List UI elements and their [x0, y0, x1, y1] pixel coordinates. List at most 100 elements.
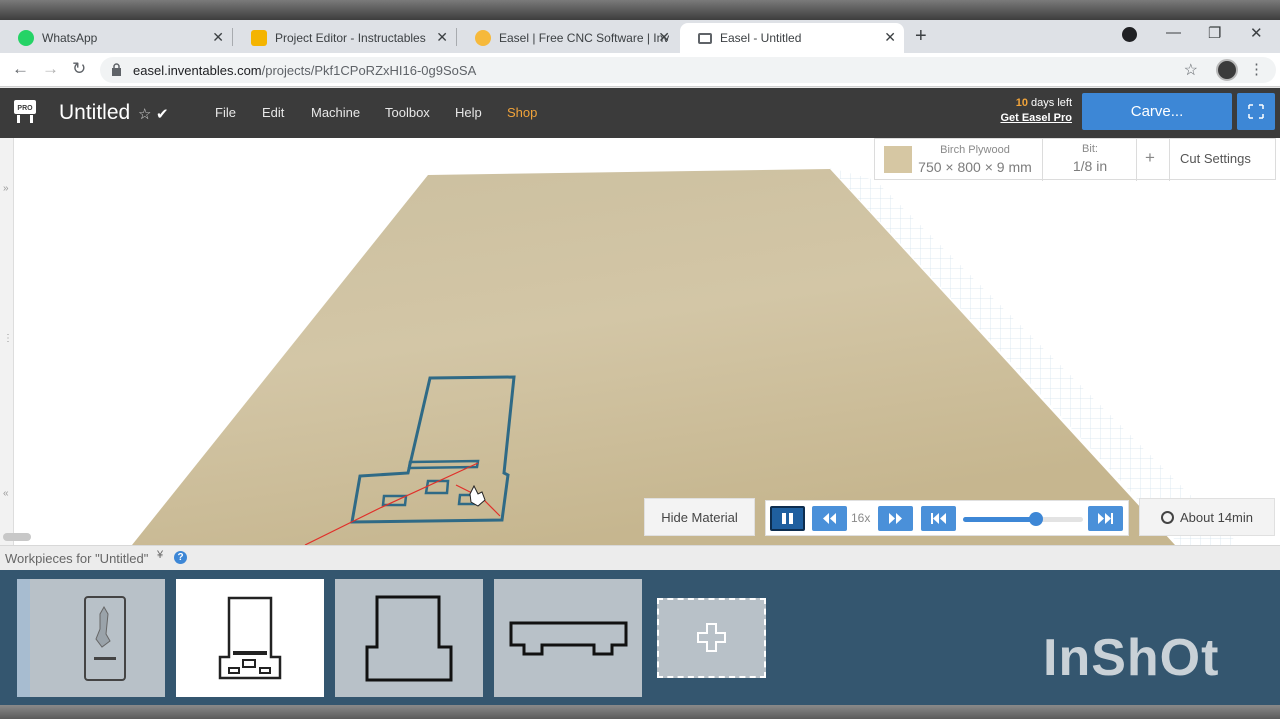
- add-bit-button[interactable]: +: [1145, 148, 1155, 168]
- resize-handle-icon[interactable]: ⋮: [3, 333, 13, 344]
- speed-label: 16x: [851, 511, 871, 525]
- collapse-chevron-icon[interactable]: «: [3, 488, 9, 499]
- workpiece-shape: [218, 596, 282, 680]
- menu-file[interactable]: File: [215, 105, 236, 120]
- fullscreen-button[interactable]: [1237, 93, 1275, 130]
- pause-icon: [782, 513, 793, 524]
- inshot-watermark: InShOt: [1043, 629, 1220, 687]
- tab-easel-untitled[interactable]: Easel - Untitled ✕: [680, 23, 904, 53]
- menu-shop[interactable]: Shop: [507, 105, 537, 120]
- menu-machine[interactable]: Machine: [311, 105, 360, 120]
- carve-time-estimate[interactable]: About 14min: [1139, 498, 1275, 536]
- menu-toolbox[interactable]: Toolbox: [385, 105, 430, 120]
- workpiece-thumbnail-selected[interactable]: [176, 579, 324, 697]
- project-title[interactable]: Untitled: [59, 101, 130, 125]
- trial-notice: 10 days left Get Easel Pro: [1000, 97, 1072, 124]
- easel-pro-logo-icon[interactable]: PRO: [11, 97, 39, 125]
- close-icon[interactable]: ✕: [212, 29, 224, 46]
- material-3d-preview: [132, 168, 1240, 545]
- workpiece-thumbnail[interactable]: [17, 579, 165, 697]
- workpieces-tray: InShOt: [0, 570, 1280, 705]
- carve-button[interactable]: Carve...: [1082, 93, 1232, 130]
- window-close-button[interactable]: ✕: [1250, 24, 1263, 42]
- profile-avatar[interactable]: [1216, 59, 1238, 81]
- horizontal-scrollbar[interactable]: [3, 533, 31, 541]
- workpieces-bar: Workpieces for "Untitled" ¥ ?: [0, 545, 1280, 570]
- back-arrow-icon[interactable]: ←: [12, 59, 29, 79]
- skip-to-start-button[interactable]: [921, 506, 956, 531]
- trial-days: 10: [1015, 97, 1028, 109]
- divider: [1169, 139, 1170, 181]
- saved-check-icon: ✔: [156, 106, 169, 123]
- close-icon[interactable]: ✕: [884, 29, 896, 46]
- clock-icon: [1161, 510, 1174, 524]
- skip-forward-icon: [1098, 513, 1113, 524]
- help-icon[interactable]: ?: [174, 551, 187, 564]
- easel-header: PRO Untitled ☆ ✔ File Edit Machine Toolb…: [0, 88, 1280, 138]
- workpiece-shape: [509, 621, 628, 656]
- rewind-icon: [823, 513, 836, 524]
- favorite-star-icon[interactable]: ☆: [138, 105, 151, 123]
- add-workpiece-button[interactable]: [657, 598, 766, 678]
- tab-easel-home[interactable]: Easel | Free CNC Software | Inven ✕: [457, 23, 678, 53]
- address-bar[interactable]: easel.inventables.com/projects/Pkf1CPoRZ…: [100, 57, 1276, 83]
- expand-arrows-icon: [1248, 104, 1264, 119]
- tab-label: WhatsApp: [42, 31, 98, 45]
- workpiece-shape: [84, 596, 126, 681]
- progress-track[interactable]: [963, 517, 1083, 522]
- left-panel-collapsed[interactable]: » ⋮ «: [0, 138, 14, 545]
- tab-label: Easel | Free CNC Software | Inven: [499, 31, 669, 45]
- progress-handle[interactable]: [1029, 512, 1044, 526]
- pause-button[interactable]: [770, 506, 805, 531]
- tab-label: Project Editor - Instructables: [275, 31, 426, 45]
- lock-icon: [112, 63, 121, 76]
- time-estimate-text: About 14min: [1180, 509, 1253, 525]
- bit-value[interactable]: 1/8 in: [1045, 158, 1135, 174]
- simulation-player: 16x: [765, 500, 1129, 536]
- tab-whatsapp[interactable]: WhatsApp ✕: [0, 23, 232, 53]
- whatsapp-icon: [18, 30, 34, 46]
- close-icon[interactable]: ✕: [436, 29, 448, 46]
- menu-edit[interactable]: Edit: [262, 105, 284, 120]
- url-text: easel.inventables.com/projects/Pkf1CPoRZ…: [133, 63, 477, 78]
- restore-button[interactable]: ❐: [1208, 24, 1221, 42]
- svg-text:PRO: PRO: [17, 105, 33, 112]
- bookmark-star-icon[interactable]: ☆: [1184, 60, 1198, 80]
- video-frame-top: [0, 0, 1280, 20]
- skip-back-icon: [931, 513, 946, 524]
- close-icon[interactable]: ✕: [658, 29, 670, 46]
- workpiece-thumbnail[interactable]: [494, 579, 642, 697]
- video-frame-bottom: [0, 705, 1280, 719]
- progress-fill: [963, 517, 1037, 522]
- browser-tab-bar: WhatsApp ✕ Project Editor - Instructable…: [0, 20, 1280, 53]
- divider: [1136, 139, 1137, 181]
- get-pro-link[interactable]: Get Easel Pro: [1000, 112, 1072, 124]
- skip-to-end-button[interactable]: [1088, 506, 1123, 531]
- carve-preview-canvas[interactable]: » ⋮ « Birch Plywood 750 × 800 × 9 mm Bit…: [0, 138, 1280, 545]
- dropdown-chevron-icon[interactable]: ¥: [157, 549, 163, 561]
- reload-icon[interactable]: ↻: [72, 59, 86, 79]
- workpieces-label: Workpieces for "Untitled": [5, 551, 149, 566]
- forward-arrow-icon[interactable]: →: [42, 59, 59, 79]
- tab-label: Easel - Untitled: [720, 31, 802, 45]
- media-control-icon[interactable]: [1122, 27, 1137, 42]
- fast-forward-button[interactable]: [878, 506, 913, 531]
- divider: [1042, 139, 1043, 181]
- workpiece-shape: [365, 595, 453, 682]
- tab-instructables[interactable]: Project Editor - Instructables ✕: [233, 23, 456, 53]
- workpiece-thumbnail[interactable]: [335, 579, 483, 697]
- material-swatch[interactable]: [884, 146, 912, 173]
- expand-chevron-icon[interactable]: »: [3, 183, 9, 194]
- menu-help[interactable]: Help: [455, 105, 482, 120]
- hide-material-button[interactable]: Hide Material: [644, 498, 755, 536]
- rewind-button[interactable]: [812, 506, 847, 531]
- menu-kebab-icon[interactable]: ⋮: [1249, 60, 1264, 78]
- material-name[interactable]: Birch Plywood: [915, 144, 1035, 156]
- minimize-button[interactable]: —: [1166, 24, 1181, 41]
- trial-text: days left: [1031, 97, 1072, 109]
- new-tab-button[interactable]: +: [915, 25, 927, 48]
- cut-settings-button[interactable]: Cut Settings: [1180, 151, 1251, 166]
- material-dimensions[interactable]: 750 × 800 × 9 mm: [915, 159, 1035, 175]
- browser-toolbar: ← → ↻ easel.inventables.com/projects/Pkf…: [0, 53, 1280, 87]
- bit-label: Bit:: [1082, 143, 1098, 155]
